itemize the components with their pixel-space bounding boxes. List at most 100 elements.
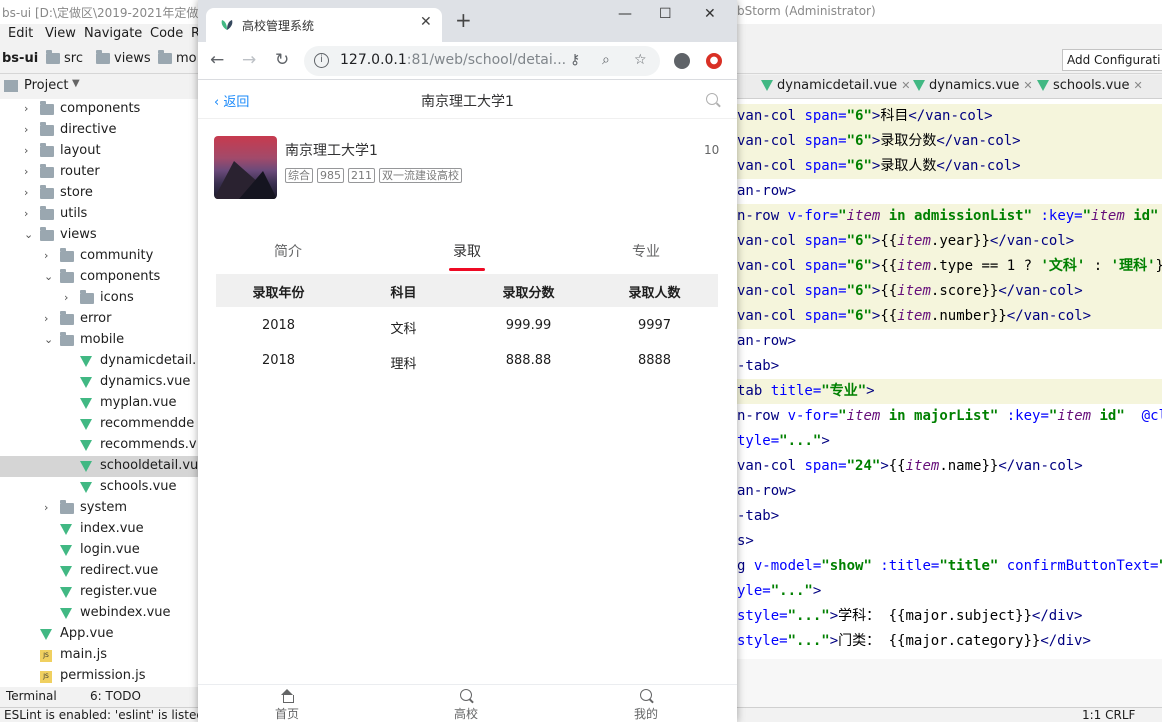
tree-item[interactable]: myplan.vue: [0, 393, 198, 414]
status-position[interactable]: 1:1 CRLF: [1082, 708, 1135, 722]
editor-tab-dynamicdetail[interactable]: dynamicdetail.vue ✕: [761, 78, 910, 93]
tree-item[interactable]: schooldetail.vu: [0, 456, 198, 477]
code-line: -tab>: [737, 504, 1162, 529]
close-window-icon[interactable]: ✕: [704, 6, 716, 22]
chevron-down-icon[interactable]: ⌄: [44, 270, 53, 283]
breadcrumb-project[interactable]: bs-ui: [2, 51, 38, 66]
tree-item[interactable]: › error: [0, 309, 198, 330]
close-icon[interactable]: ✕: [1023, 79, 1032, 92]
tree-item-label: store: [60, 185, 93, 200]
tree-item[interactable]: › router: [0, 162, 198, 183]
tree-item[interactable]: ⌄ components: [0, 267, 198, 288]
star-icon[interactable]: ☆: [634, 52, 647, 68]
tree-item[interactable]: webindex.vue: [0, 603, 198, 624]
terminal-tab[interactable]: Terminal: [6, 689, 57, 703]
close-icon[interactable]: ✕: [901, 79, 910, 92]
close-icon[interactable]: ✕: [420, 14, 432, 30]
tree-item[interactable]: dynamicdetail.: [0, 351, 198, 372]
tree-item[interactable]: dynamics.vue: [0, 372, 198, 393]
tab-major[interactable]: 专业: [556, 241, 736, 261]
tab-intro[interactable]: 简介: [198, 241, 378, 261]
tree-item[interactable]: redirect.vue: [0, 561, 198, 582]
zoom-icon[interactable]: ⌕: [602, 52, 610, 68]
tree-item[interactable]: ⌄ mobile: [0, 330, 198, 351]
reload-icon[interactable]: ↻: [275, 50, 289, 70]
chevron-right-icon[interactable]: ›: [24, 144, 28, 157]
breadcrumb-mobile[interactable]: mo: [158, 50, 197, 66]
tab-admission[interactable]: 录取: [377, 241, 557, 261]
chevron-right-icon[interactable]: ›: [24, 165, 28, 178]
tree-item[interactable]: recommends.v: [0, 435, 198, 456]
chevron-right-icon[interactable]: ›: [44, 249, 48, 262]
code-editor[interactable]: van-col span="6">科目</van-col> van-col spa…: [737, 99, 1162, 659]
tree-item[interactable]: › system: [0, 498, 198, 519]
chevron-right-icon[interactable]: ›: [24, 186, 28, 199]
tree-item[interactable]: › icons: [0, 288, 198, 309]
tree-item[interactable]: › community: [0, 246, 198, 267]
todo-tab[interactable]: 6: TODO: [90, 689, 141, 703]
menu-edit[interactable]: Edit: [8, 26, 33, 41]
vue-file-icon: [80, 356, 92, 367]
project-panel-header[interactable]: Project ▼: [0, 75, 198, 97]
profile-avatar-icon[interactable]: [674, 53, 690, 69]
code-token: "关: [1158, 558, 1162, 574]
code-line: an-row>: [737, 329, 1162, 354]
menu-navigate[interactable]: Navigate: [84, 26, 142, 41]
tree-item[interactable]: › directive: [0, 120, 198, 141]
chevron-down-icon[interactable]: ⌄: [44, 333, 53, 346]
editor-tab-schools[interactable]: schools.vue ✕: [1037, 78, 1143, 93]
info-icon[interactable]: i: [314, 53, 329, 68]
breadcrumb-src[interactable]: src: [46, 50, 83, 66]
browser-tab[interactable]: 高校管理系统 ✕: [206, 8, 442, 42]
tree-item[interactable]: App.vue: [0, 624, 198, 645]
back-arrow-icon[interactable]: ←: [210, 50, 224, 70]
search-icon[interactable]: [706, 93, 718, 105]
tree-item[interactable]: ⌄ views: [0, 225, 198, 246]
tree-item[interactable]: register.vue: [0, 582, 198, 603]
tree-item[interactable]: › utils: [0, 204, 198, 225]
new-tab-button[interactable]: +: [455, 10, 472, 30]
chevron-right-icon[interactable]: ›: [24, 102, 28, 115]
tree-item[interactable]: JS main.js: [0, 645, 198, 666]
tree-item[interactable]: login.vue: [0, 540, 198, 561]
tree-item[interactable]: › layout: [0, 141, 198, 162]
close-icon[interactable]: ✕: [1134, 79, 1143, 92]
chevron-right-icon[interactable]: ›: [44, 312, 48, 325]
tree-item[interactable]: schools.vue: [0, 477, 198, 498]
tree-item[interactable]: › components: [0, 99, 198, 120]
menu-view[interactable]: View: [45, 26, 76, 41]
tree-item[interactable]: recommendde: [0, 414, 198, 435]
editor-tab-dynamics[interactable]: dynamics.vue ✕: [913, 78, 1033, 93]
extension-icon[interactable]: ●: [706, 53, 722, 69]
chevron-right-icon[interactable]: ›: [64, 291, 68, 304]
chevron-right-icon[interactable]: ›: [44, 501, 48, 514]
code-token: {{: [880, 308, 898, 324]
code-token: >: [829, 633, 839, 649]
add-configuration-button[interactable]: Add Configurati: [1062, 49, 1162, 71]
code-token: 门类： {{major.category}}: [838, 633, 1041, 649]
tree-item[interactable]: JS permission.js: [0, 666, 198, 687]
code-token: "6": [846, 108, 872, 124]
breadcrumb-views[interactable]: views: [96, 50, 151, 66]
tree-item[interactable]: › store: [0, 183, 198, 204]
code-token: {{: [880, 258, 898, 274]
key-icon[interactable]: ⚷: [570, 52, 580, 68]
code-line: an-row>: [737, 179, 1162, 204]
tabbar-mine[interactable]: 我的: [616, 689, 676, 722]
maximize-icon[interactable]: ☐: [659, 6, 672, 22]
tree-item[interactable]: index.vue: [0, 519, 198, 540]
code-token: .score}}: [930, 283, 999, 299]
tabbar-home[interactable]: 首页: [257, 689, 317, 722]
code-token: .type == 1 ?: [930, 258, 1041, 274]
vue-file-icon: [80, 440, 92, 451]
minimize-icon[interactable]: —: [618, 6, 632, 22]
chevron-down-icon[interactable]: ⌄: [24, 228, 33, 241]
tabbar-schools[interactable]: 高校: [436, 689, 496, 722]
forward-arrow-icon[interactable]: →: [242, 50, 256, 70]
address-bar[interactable]: i 127.0.0.1:81/web/school/detai... ⚷ ⌕ ☆: [304, 46, 660, 76]
chevron-right-icon[interactable]: ›: [24, 123, 28, 136]
code-token: </van-col>: [936, 158, 1021, 174]
chevron-right-icon[interactable]: ›: [24, 207, 28, 220]
code-token: v-for=: [787, 208, 839, 224]
menu-code[interactable]: Code: [150, 26, 183, 41]
